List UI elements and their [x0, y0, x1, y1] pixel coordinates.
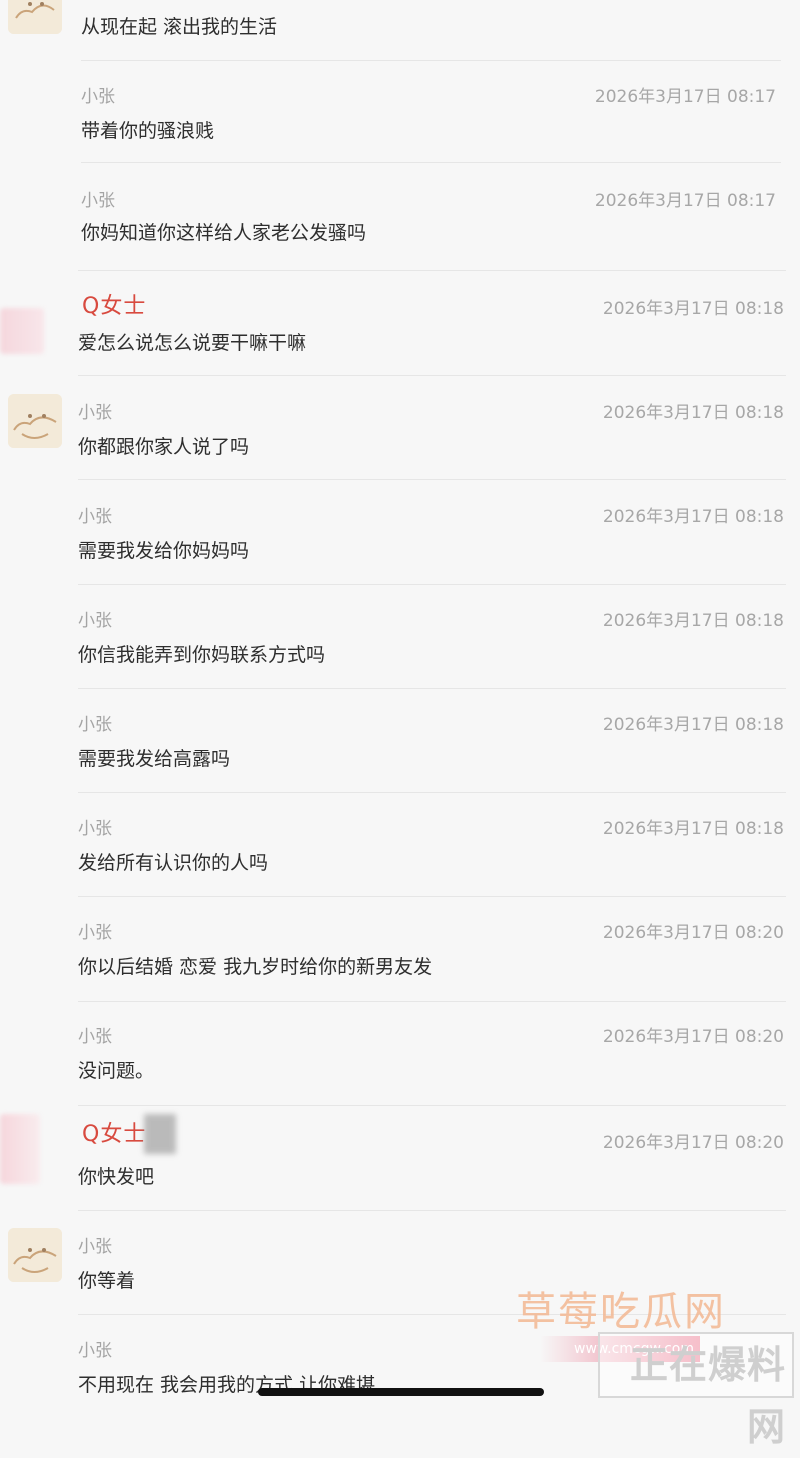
- message-timestamp: 2026年3月17日 08:18: [602, 299, 784, 319]
- message-divider: [81, 162, 781, 163]
- sender-name: 小张: [78, 715, 112, 735]
- chat-history[interactable]: 从现在起 滚出我的生活 小张 2026年3月17日 08:17 带着你的骚浪贱 …: [0, 0, 800, 1414]
- message-timestamp: 2026年3月17日 08:20: [602, 923, 784, 943]
- watermark-title: 草莓吃瓜网: [516, 1289, 726, 1335]
- sender-name: 小张: [78, 923, 112, 943]
- cartoon-avatar-icon: [8, 1228, 62, 1282]
- message-text: 从现在起 滚出我的生活: [81, 16, 278, 38]
- message-divider: [78, 1001, 786, 1002]
- message-timestamp: 2026年3月17日 08:18: [602, 403, 784, 423]
- home-indicator[interactable]: [258, 1388, 544, 1396]
- message-timestamp: 2026年3月17日 08:18: [602, 715, 784, 735]
- message-text: 需要我发给你妈妈吗: [78, 540, 250, 562]
- sender-name: 小张: [78, 507, 112, 527]
- message-text: 你妈知道你这样给人家老公发骚吗: [81, 222, 367, 244]
- message-text: 爱怎么说怎么说要干嘛干嘛: [78, 332, 307, 354]
- sender-name: 小张: [78, 611, 112, 631]
- message-timestamp: 2026年3月17日 08:17: [594, 87, 776, 107]
- message-timestamp: 2026年3月17日 08:18: [602, 611, 784, 631]
- cartoon-avatar-icon: [8, 394, 62, 448]
- sender-name: 小张: [78, 1237, 112, 1257]
- blurred-avatar[interactable]: [0, 308, 44, 354]
- message-text: 你快发吧: [78, 1166, 155, 1188]
- cartoon-avatar-icon: [8, 0, 62, 34]
- sender-name: 小张: [78, 819, 112, 839]
- blurred-avatar[interactable]: [0, 1114, 40, 1184]
- message-text: 需要我发给高露吗: [78, 748, 231, 770]
- message-divider: [78, 1210, 786, 1211]
- sender-name: 小张: [81, 87, 115, 107]
- sender-name: 小张: [81, 191, 115, 211]
- message-text: 你都跟你家人说了吗: [78, 436, 250, 458]
- message-timestamp: 2026年3月17日 08:17: [594, 191, 776, 211]
- sender-name: 小张: [78, 1027, 112, 1047]
- sender-name: 小张: [78, 1341, 112, 1361]
- message-text: 没问题。: [78, 1060, 155, 1082]
- message-divider: [78, 792, 786, 793]
- message-timestamp: 2026年3月17日 08:20: [602, 1027, 784, 1047]
- sender-avatar[interactable]: [8, 394, 62, 448]
- sender-name: Q女士: [82, 1122, 147, 1147]
- message-divider: [78, 270, 786, 271]
- sender-name: Q女士: [82, 294, 147, 319]
- message-divider: [78, 896, 786, 897]
- message-text: 发给所有认识你的人吗: [78, 852, 269, 874]
- message-divider: [81, 60, 781, 61]
- message-divider: [78, 584, 786, 585]
- sender-avatar[interactable]: [8, 1228, 62, 1282]
- message-divider: [78, 479, 786, 480]
- message-timestamp: 2026年3月17日 08:18: [602, 819, 784, 839]
- sender-avatar[interactable]: [8, 0, 62, 34]
- message-text: 带着你的骚浪贱: [81, 120, 215, 142]
- message-text: 你等着: [78, 1270, 136, 1292]
- watermark-logo: 正在爆料网: [598, 1332, 794, 1449]
- message-text: 你以后结婚 恋爱 我九岁时给你的新男友发: [78, 956, 433, 978]
- message-divider: [78, 1105, 786, 1106]
- sender-name: 小张: [78, 403, 112, 423]
- message-divider: [78, 688, 786, 689]
- message-timestamp: 2026年3月17日 08:20: [602, 1133, 784, 1153]
- message-timestamp: 2026年3月17日 08:18: [602, 507, 784, 527]
- blur-mask: [144, 1114, 176, 1154]
- message-text: 你信我能弄到你妈联系方式吗: [78, 644, 326, 666]
- message-divider: [78, 375, 786, 376]
